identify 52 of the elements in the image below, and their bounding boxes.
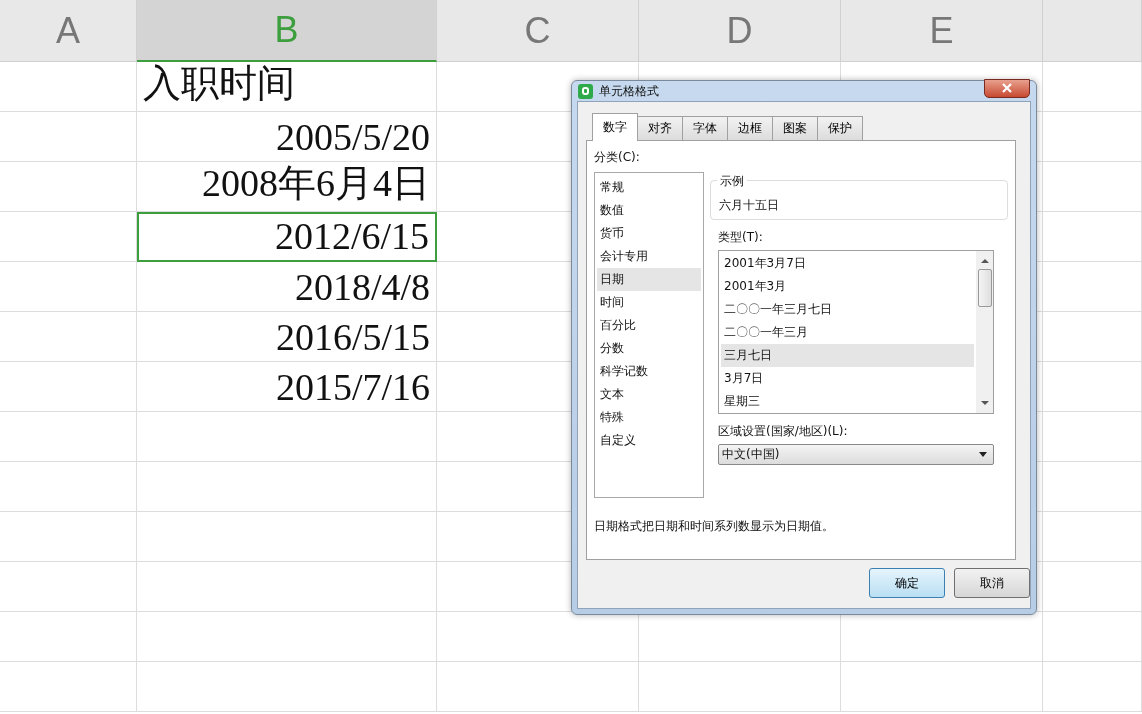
category-item[interactable]: 数值 xyxy=(597,199,701,222)
category-item[interactable]: 常规 xyxy=(597,176,701,199)
column-header[interactable]: A xyxy=(0,0,137,62)
category-item[interactable]: 时间 xyxy=(597,291,701,314)
close-button[interactable] xyxy=(984,78,1030,98)
category-item[interactable]: 特殊 xyxy=(597,406,701,429)
description-text: 日期格式把日期和时间系列数显示为日期值。 xyxy=(594,518,835,535)
type-item[interactable]: 星期三 xyxy=(721,390,974,413)
sample-legend: 示例 xyxy=(717,173,747,190)
table-cell: 2012/6/15 xyxy=(137,212,437,262)
dialog-button[interactable]: 确定 xyxy=(869,568,945,598)
column-header[interactable] xyxy=(1043,0,1142,62)
tab[interactable]: 图案 xyxy=(772,116,818,140)
category-item[interactable]: 会计专用 xyxy=(597,245,701,268)
locale-label: 区域设置(国家/地区)(L): xyxy=(718,423,849,440)
app-logo-icon xyxy=(578,83,593,99)
caret-icon xyxy=(979,452,987,457)
type-label: 类型(T): xyxy=(718,229,764,246)
type-item[interactable]: 二〇〇一年三月七日 xyxy=(721,298,974,321)
category-item[interactable]: 自定义 xyxy=(597,429,701,452)
column-header[interactable]: C xyxy=(437,0,639,62)
table-cell: 2005/5/20 xyxy=(137,112,437,162)
type-item[interactable]: 3月7日 xyxy=(721,367,974,390)
close-icon xyxy=(1001,83,1013,93)
tab[interactable]: 字体 xyxy=(682,116,728,140)
table-cell: 2018/4/8 xyxy=(137,262,437,312)
column-header[interactable]: E xyxy=(841,0,1043,62)
column-header[interactable]: D xyxy=(639,0,841,62)
category-item[interactable]: 文本 xyxy=(597,383,701,406)
table-cell: 2008年6月4日 xyxy=(137,162,437,212)
window-title: 单元格格式 xyxy=(599,82,659,100)
scrollbar[interactable] xyxy=(976,251,993,413)
table-cell: 2015/7/16 xyxy=(137,362,437,412)
table-cell: 入职时间 xyxy=(137,62,437,112)
locale-dropdown[interactable]: 中文(中国) xyxy=(718,444,994,465)
category-item[interactable]: 货币 xyxy=(597,222,701,245)
sample-value: 六月十五日 xyxy=(719,198,779,212)
type-item[interactable]: 三月七日 xyxy=(721,344,974,367)
category-item[interactable]: 日期 xyxy=(597,268,701,291)
table-cell: 2016/5/15 xyxy=(137,312,437,362)
tab[interactable]: 保护 xyxy=(817,116,863,140)
type-item[interactable]: 2001年3月 xyxy=(721,275,974,298)
type-item[interactable]: 二〇〇一年三月 xyxy=(721,321,974,344)
tab[interactable]: 数字 xyxy=(592,113,638,141)
category-item[interactable]: 科学记数 xyxy=(597,360,701,383)
category-item[interactable]: 分数 xyxy=(597,337,701,360)
type-item[interactable]: 2001年3月7日 xyxy=(721,252,974,275)
tab[interactable]: 边框 xyxy=(727,116,773,140)
dialog-button[interactable]: 取消 xyxy=(954,568,1030,598)
category-item[interactable]: 百分比 xyxy=(597,314,701,337)
tab[interactable]: 对齐 xyxy=(637,116,683,140)
category-label: 分类(C): xyxy=(594,149,641,166)
